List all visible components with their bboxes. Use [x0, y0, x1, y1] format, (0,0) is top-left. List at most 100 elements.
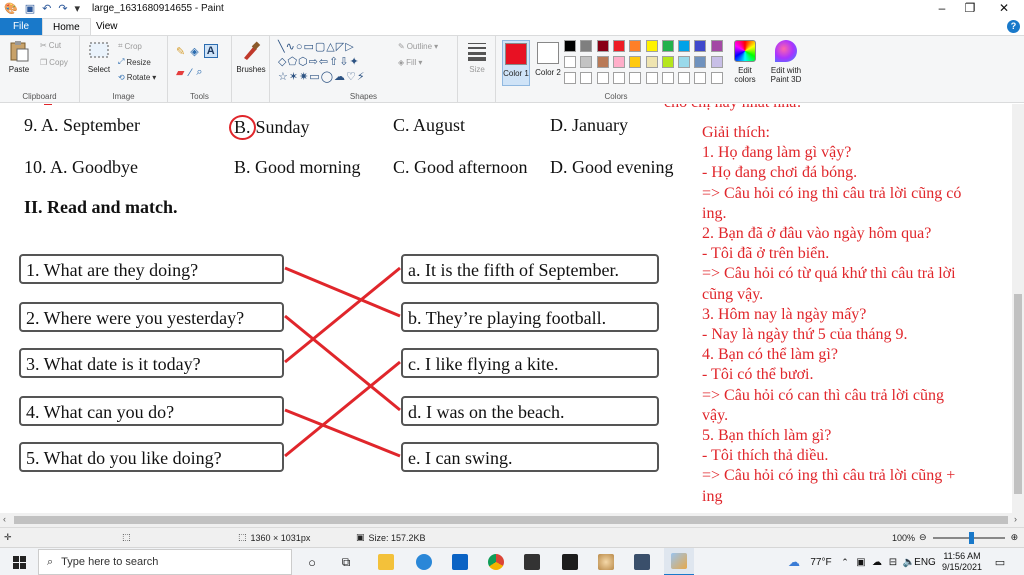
palette-swatch[interactable] — [710, 56, 723, 68]
weather-temp[interactable]: 77°F — [806, 548, 836, 575]
palette-swatch[interactable] — [564, 40, 576, 52]
tray-chevron-up-icon[interactable]: ⌃ — [838, 548, 852, 575]
palette-swatch[interactable] — [612, 56, 625, 68]
palette-swatch[interactable] — [629, 72, 642, 84]
paint3d-button[interactable]: Edit with Paint 3D — [766, 40, 806, 84]
palette-swatch[interactable] — [645, 40, 658, 52]
horizontal-scrollbar[interactable]: ‹ › — [0, 513, 1024, 527]
palette-swatch[interactable] — [678, 40, 691, 52]
help-icon[interactable]: ? — [1007, 20, 1020, 33]
save-icon[interactable]: ▣ — [25, 2, 35, 15]
store-icon[interactable] — [518, 548, 546, 575]
brushes-button[interactable]: Brushes — [234, 40, 268, 74]
eraser-icon[interactable]: ▰ — [176, 66, 184, 79]
close-button[interactable]: ✕ — [994, 1, 1014, 15]
palette-swatch[interactable] — [580, 40, 593, 52]
zoom-slider-thumb[interactable] — [968, 531, 974, 544]
calculator-icon[interactable] — [628, 548, 656, 575]
select-button[interactable]: Select — [84, 40, 114, 74]
palette-swatch[interactable] — [596, 40, 609, 52]
mail-icon[interactable] — [446, 548, 474, 575]
size-button[interactable]: Size — [462, 40, 492, 74]
fill-button[interactable]: ◈ Fill ▾ — [398, 58, 422, 67]
color-picker-icon[interactable]: ⁄ — [189, 67, 191, 79]
palette-swatch[interactable] — [678, 56, 691, 68]
vertical-scroll-thumb[interactable] — [1014, 294, 1022, 494]
shapes-gallery[interactable]: ╲∿○▭▢△◸▷ ◇⬠⬡⇨⇦⇧⇩✦ ☆✶✷▭◯☁♡⚡ — [278, 40, 390, 84]
palette-swatch[interactable] — [645, 72, 658, 84]
text-icon[interactable]: A — [203, 44, 218, 58]
vertical-scrollbar[interactable] — [1012, 104, 1024, 513]
palette-swatch[interactable] — [661, 72, 674, 84]
paint-active-icon[interactable] — [664, 548, 694, 575]
palette-swatch[interactable] — [694, 56, 707, 68]
outline-label: Outline — [406, 42, 433, 51]
palette-swatch[interactable] — [564, 72, 576, 84]
palette-swatch[interactable] — [580, 56, 593, 68]
palette-swatch[interactable] — [629, 56, 642, 68]
undo-icon[interactable]: ↶ — [42, 2, 51, 15]
fill-bucket-icon[interactable]: ◈ — [190, 45, 198, 58]
zalo-icon[interactable] — [556, 548, 584, 575]
network-icon[interactable]: ⊟ — [886, 548, 900, 575]
palette-swatch[interactable] — [629, 40, 642, 52]
edit-colors-button[interactable]: Edit colors — [730, 40, 760, 84]
palette-swatch[interactable] — [694, 40, 707, 52]
palette-swatch[interactable] — [661, 40, 674, 52]
chrome-icon[interactable] — [482, 548, 510, 575]
cut-button[interactable]: ✂ Cut — [40, 41, 61, 50]
tab-file[interactable]: File — [0, 18, 42, 35]
tab-home[interactable]: Home — [42, 18, 91, 35]
edge-icon[interactable] — [410, 548, 438, 575]
palette-swatch[interactable] — [710, 40, 723, 52]
notifications-icon[interactable]: ▭ — [990, 548, 1010, 575]
palette-swatch[interactable] — [580, 72, 593, 84]
file-explorer-icon[interactable] — [372, 548, 400, 575]
redo-icon[interactable]: ↷ — [58, 2, 67, 15]
palette-swatch[interactable] — [612, 40, 625, 52]
crop-button[interactable]: ⌗ Crop — [118, 41, 142, 51]
language-indicator[interactable]: ENG — [912, 548, 938, 575]
rotate-button[interactable]: ⟲ Rotate ▾ — [118, 73, 156, 82]
palette-swatch[interactable] — [612, 72, 625, 84]
tab-view[interactable]: View — [86, 18, 128, 35]
cortana-icon[interactable]: ○ — [300, 548, 324, 575]
weather-icon[interactable]: ☁ — [784, 548, 804, 575]
palette-swatch[interactable] — [710, 72, 723, 84]
pencil-icon[interactable]: ✎ — [176, 45, 185, 58]
onedrive-icon[interactable]: ☁ — [870, 548, 884, 575]
resize-button[interactable]: ⤢ Resize — [118, 57, 151, 67]
scroll-right-icon[interactable]: › — [1014, 514, 1017, 524]
task-view-icon[interactable]: ⧉ — [334, 548, 358, 575]
q9-option-b: B. Sunday — [229, 115, 310, 140]
color2-button[interactable]: Color 2 — [534, 42, 562, 77]
zoom-in-icon[interactable]: ⊕ — [1011, 532, 1019, 543]
canvas[interactable]: 9. A. September B. Sunday C. August D. Ja… — [0, 104, 1012, 513]
left-box-1: 1. What are they doing? — [19, 254, 284, 284]
zoom-out-icon[interactable]: ⊖ — [919, 532, 927, 543]
palette-swatch[interactable] — [596, 72, 609, 84]
palette-swatch[interactable] — [645, 56, 658, 68]
color1-button[interactable]: Color 1 — [502, 40, 530, 86]
match-line — [284, 266, 401, 318]
horizontal-scroll-thumb[interactable] — [14, 516, 1008, 524]
minimize-button[interactable]: – — [932, 1, 952, 15]
maximize-button[interactable]: ❐ — [960, 1, 980, 15]
paste-button[interactable]: Paste — [4, 40, 34, 74]
meet-now-icon[interactable]: ▣ — [854, 548, 868, 575]
palette-swatch[interactable] — [564, 56, 576, 68]
outline-button[interactable]: ✎ Outline ▾ — [398, 42, 438, 51]
scroll-left-icon[interactable]: ‹ — [3, 514, 6, 524]
copy-button[interactable]: ❐ Copy — [40, 58, 68, 67]
customize-dropdown-icon[interactable]: ▾ — [75, 2, 81, 15]
palette-swatch[interactable] — [678, 72, 691, 84]
zoom-slider[interactable] — [932, 531, 1005, 544]
palette-swatch[interactable] — [596, 56, 609, 68]
clock[interactable]: 11:56 AM 9/15/2021 — [938, 548, 986, 575]
start-button[interactable] — [6, 548, 32, 575]
palette-swatch[interactable] — [661, 56, 674, 68]
taskbar-search[interactable]: ⌕ Type here to search — [38, 549, 292, 575]
paint-taskbar-icon[interactable] — [592, 548, 620, 575]
palette-swatch[interactable] — [694, 72, 707, 84]
magnifier-icon[interactable]: ⌕ — [196, 66, 202, 79]
